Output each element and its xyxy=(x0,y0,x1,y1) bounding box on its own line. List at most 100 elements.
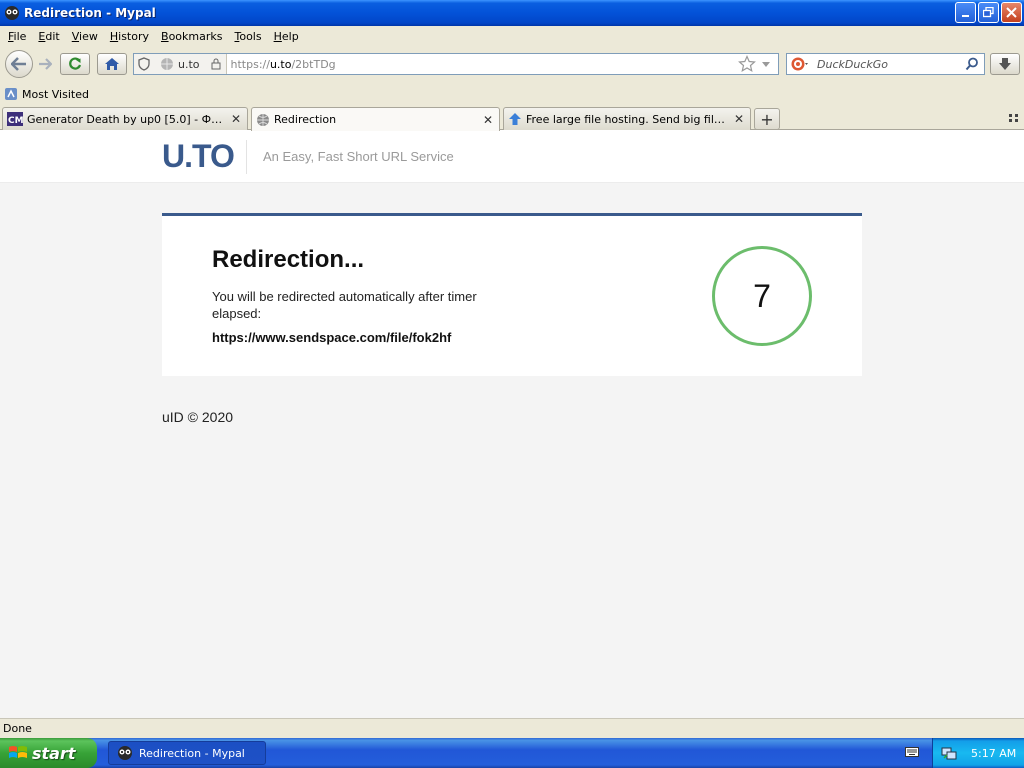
taskbar: start Redirection - Mypal 5:17 AM xyxy=(0,738,1024,768)
site-tagline: An Easy, Fast Short URL Service xyxy=(263,149,454,164)
destination-url: https://www.sendspace.com/file/fok2hf xyxy=(212,330,452,345)
tab-sendspace[interactable]: Free large file hosting. Send big files … xyxy=(503,107,751,130)
shield-icon xyxy=(138,57,150,71)
page-title: Redirection... xyxy=(212,246,365,273)
back-arrow-icon xyxy=(11,57,26,71)
plus-icon: + xyxy=(760,109,774,129)
site-logo[interactable]: U.TO xyxy=(162,138,235,175)
menu-edit[interactable]: Edit xyxy=(32,30,65,43)
restore-icon xyxy=(983,7,994,18)
menu-label-rest: ookmarks xyxy=(168,29,223,43)
menu-accelerator: H xyxy=(109,29,119,43)
identity-host: u.to xyxy=(178,57,200,71)
menu-label-rest: istory xyxy=(118,29,150,43)
close-button[interactable] xyxy=(1001,2,1022,23)
clock[interactable]: 5:17 AM xyxy=(971,747,1016,760)
duckduckgo-icon[interactable] xyxy=(791,56,809,72)
url-text[interactable]: https://u.to/2btTDg xyxy=(227,58,738,71)
header-divider xyxy=(246,140,247,174)
svg-text:CM: CM xyxy=(8,116,23,126)
mypal-icon xyxy=(5,6,19,20)
search-bar[interactable]: DuckDuckGo xyxy=(786,53,985,75)
url-host: u.to xyxy=(269,57,292,71)
url-path: /2btTDg xyxy=(291,57,336,71)
bookmark-most-visited[interactable]: Most Visited xyxy=(4,87,89,101)
globe-icon xyxy=(161,58,173,70)
redirect-message: You will be redirected automatically aft… xyxy=(212,289,477,321)
url-bar[interactable]: u.to https://u.to/2btTDg xyxy=(133,53,779,75)
smart-folder-icon xyxy=(5,88,17,100)
start-button[interactable]: start xyxy=(0,738,97,768)
site-identity[interactable]: u.to xyxy=(134,54,227,74)
reload-icon xyxy=(69,57,82,70)
tab-list-icon[interactable] xyxy=(1007,111,1021,125)
tab-close-icon[interactable]: ✕ xyxy=(731,112,747,126)
tab-strip: CM Generator Death by up0 [5.0] - Форум … xyxy=(0,105,1024,131)
menu-accelerator: B xyxy=(161,29,169,43)
url-dropdown-icon[interactable] xyxy=(760,58,772,70)
menu-label-rest: ools xyxy=(239,29,262,43)
restore-button[interactable] xyxy=(978,2,999,23)
taskbar-item-mypal[interactable]: Redirection - Mypal xyxy=(108,741,266,765)
menu-label-rest: ile xyxy=(13,29,27,43)
search-placeholder: DuckDuckGo xyxy=(817,57,888,71)
tab-close-icon[interactable]: ✕ xyxy=(480,113,496,127)
menu-tools[interactable]: Tools xyxy=(228,30,267,43)
site-footer: uID © 2020 xyxy=(162,409,234,425)
minimize-icon xyxy=(961,14,969,17)
upload-favicon-icon xyxy=(509,113,521,125)
window-titlebar[interactable]: Redirection - Mypal xyxy=(0,0,1024,26)
menu-bookmarks[interactable]: Bookmarks xyxy=(155,30,228,43)
menu-file[interactable]: File xyxy=(2,30,32,43)
tab-close-icon[interactable]: ✕ xyxy=(228,112,244,126)
window-title: Redirection - Mypal xyxy=(24,6,156,20)
minimize-button[interactable] xyxy=(955,2,976,23)
taskbar-item-label: Redirection - Mypal xyxy=(139,746,245,760)
menu-history[interactable]: History xyxy=(104,30,155,43)
mypal-icon xyxy=(118,746,132,760)
navigation-toolbar: u.to https://u.to/2btTDg DuckDuckGo xyxy=(0,46,1024,82)
network-icon[interactable] xyxy=(941,745,957,761)
keyboard-icon[interactable] xyxy=(905,746,919,758)
search-icon[interactable] xyxy=(965,57,979,71)
menu-accelerator: V xyxy=(71,29,80,43)
status-text: Done xyxy=(3,722,32,735)
redirect-card: Redirection... You will be redirected au… xyxy=(162,213,862,376)
menu-bar: File Edit View History Bookmarks Tools Help xyxy=(0,26,1024,46)
back-button[interactable] xyxy=(5,50,33,78)
start-label: start xyxy=(32,743,76,763)
site-header: U.TO An Easy, Fast Short URL Service xyxy=(0,130,1024,183)
home-button[interactable] xyxy=(97,53,127,75)
countdown-timer: 7 xyxy=(712,246,812,346)
menu-label-rest: iew xyxy=(79,29,98,43)
bookmarks-toolbar: Most Visited xyxy=(0,84,1024,104)
status-bar: Done xyxy=(0,718,1024,738)
menu-accelerator: H xyxy=(273,29,282,43)
bookmark-label: Most Visited xyxy=(22,87,89,101)
bookmark-star-icon[interactable] xyxy=(738,55,756,73)
new-tab-button[interactable]: + xyxy=(754,108,780,130)
menu-label-rest: elp xyxy=(281,29,299,43)
page-content: U.TO An Easy, Fast Short URL Service Red… xyxy=(0,130,1024,718)
system-tray: 5:17 AM xyxy=(932,738,1024,768)
close-icon xyxy=(1006,7,1017,18)
lock-icon xyxy=(211,58,221,70)
menu-help[interactable]: Help xyxy=(268,30,305,43)
menu-label-rest: dit xyxy=(45,29,60,43)
forward-arrow-icon xyxy=(39,58,52,70)
forward-button[interactable] xyxy=(33,54,57,74)
tab-label: Redirection xyxy=(274,113,337,126)
globe-favicon-icon xyxy=(257,113,269,126)
tab-label: Free large file hosting. Send big files … xyxy=(526,112,731,126)
countdown-value: 7 xyxy=(753,277,771,314)
menu-view[interactable]: View xyxy=(66,30,104,43)
downloads-button[interactable] xyxy=(990,53,1020,75)
download-arrow-icon xyxy=(999,58,1011,70)
tab-label: Generator Death by up0 [5.0] - Форум С..… xyxy=(27,112,228,126)
forum-favicon-icon: CM xyxy=(7,112,23,126)
reload-button[interactable] xyxy=(60,53,90,75)
tab-redirection[interactable]: Redirection ✕ xyxy=(251,107,500,131)
tab-generator[interactable]: CM Generator Death by up0 [5.0] - Форум … xyxy=(2,107,248,130)
home-icon xyxy=(105,58,119,70)
url-scheme: https:// xyxy=(230,57,270,71)
